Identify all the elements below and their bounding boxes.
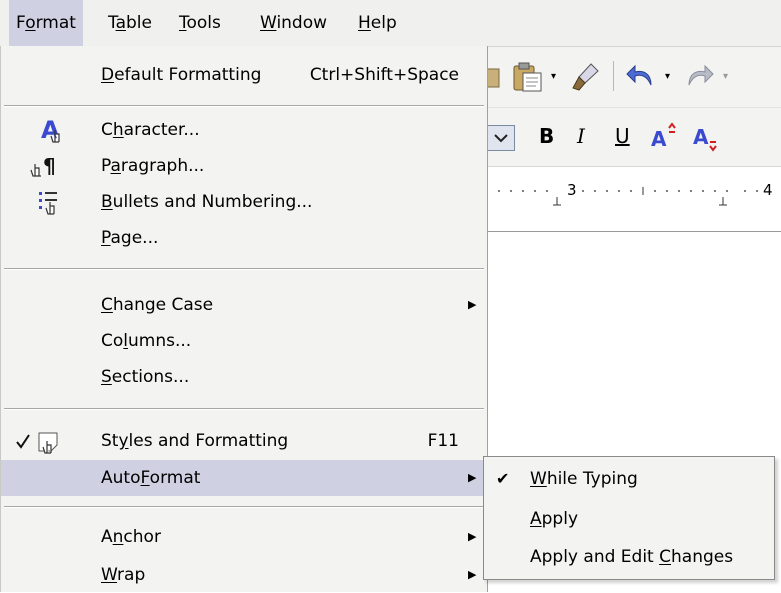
svg-text:A: A: [693, 125, 709, 149]
submenu-item-apply-edit-changes[interactable]: Apply and Edit Changes: [484, 539, 774, 575]
svg-text:¶: ¶: [43, 154, 56, 178]
undo-icon[interactable]: [625, 61, 657, 96]
default-formatting-shortcut: Ctrl+Shift+Space: [309, 65, 459, 85]
undo-dropdown-icon[interactable]: ▾: [665, 71, 670, 82]
menu-item-paragraph[interactable]: ¶ Paragraph...: [1, 148, 487, 184]
page-label: Page...: [101, 228, 159, 248]
redo-dropdown-icon[interactable]: ▾: [723, 71, 728, 82]
font-size-dropdown-button[interactable]: [487, 125, 515, 151]
menu-separator: [4, 408, 484, 410]
menu-format[interactable]: Format: [9, 0, 83, 46]
menu-item-bullets-numbering[interactable]: Bullets and Numbering...: [1, 184, 487, 220]
autoformat-submenu: ✔ While Typing Apply Apply and Edit Chan…: [483, 456, 775, 580]
svg-text:A: A: [651, 127, 667, 151]
menu-tools-mnemonic: T: [179, 13, 187, 33]
menu-window-text-end: indow: [276, 13, 328, 33]
menu-item-columns[interactable]: Columns...: [1, 323, 487, 359]
paragraph-label: Paragraph...: [101, 156, 205, 176]
submenu-item-apply[interactable]: Apply: [484, 501, 774, 537]
bold-button[interactable]: B: [539, 124, 554, 148]
submenu-arrow-icon: ▶: [468, 471, 477, 484]
sections-label: Sections...: [101, 367, 190, 387]
menu-help-text-end: elp: [370, 13, 397, 33]
ruler-ticks: [498, 187, 758, 206]
subscript-icon[interactable]: A: [691, 122, 721, 157]
standard-toolbar: ▾ ▾ ▾: [486, 47, 781, 108]
menu-table-text-end: ble: [126, 13, 152, 33]
bullets-numbering-label: Bullets and Numbering...: [101, 192, 313, 212]
menu-tools[interactable]: Tools: [172, 0, 228, 46]
ruler-label-3: 3: [567, 181, 577, 199]
italic-button[interactable]: I: [577, 124, 585, 148]
menu-window[interactable]: Window: [253, 0, 334, 46]
styles-formatting-label: Styles and Formatting: [101, 431, 289, 451]
submenu-arrow-icon: ▶: [468, 568, 477, 581]
ruler-label-4: 4: [763, 181, 773, 199]
menu-item-default-formatting[interactable]: Default Formatting Ctrl+Shift+Space: [1, 57, 487, 93]
wrap-label: Wrap: [101, 565, 146, 585]
menu-item-wrap[interactable]: Wrap ▶: [1, 557, 487, 593]
horizontal-ruler[interactable]: 3 4: [487, 167, 781, 232]
character-label: Character...: [101, 120, 200, 140]
checkmark-icon: ✔: [496, 469, 510, 488]
apply-label: Apply: [530, 509, 579, 529]
menu-item-styles-formatting[interactable]: Styles and Formatting F11: [1, 423, 487, 459]
submenu-arrow-icon: ▶: [468, 298, 477, 311]
formatting-toolbar: B I U A A: [487, 108, 781, 167]
underline-button[interactable]: U: [615, 124, 630, 148]
menu-format-mnemonic: o: [25, 13, 36, 33]
menu-tools-text-end: ools: [186, 13, 221, 33]
paste-dropdown-icon[interactable]: ▾: [551, 71, 556, 82]
menu-bar: Format Table Tools Window Help: [0, 0, 781, 47]
format-menu: Default Formatting Ctrl+Shift+Space A Ch…: [0, 46, 488, 592]
menu-separator: [4, 105, 484, 107]
submenu-arrow-icon: ▶: [468, 530, 477, 543]
menu-format-text-end: rmat: [35, 13, 76, 33]
menu-table-text: T: [108, 13, 116, 33]
clipboard-icon-partial[interactable]: [486, 65, 501, 96]
character-icon: A: [19, 116, 61, 144]
menu-help[interactable]: Help: [351, 0, 404, 46]
menu-separator: [4, 506, 484, 508]
change-case-label: Change Case: [101, 295, 214, 315]
styles-formatting-checked-icon: [11, 427, 71, 455]
menu-item-page[interactable]: Page...: [1, 220, 487, 256]
menu-table[interactable]: Table: [101, 0, 159, 46]
columns-label: Columns...: [101, 331, 192, 351]
superscript-icon[interactable]: A: [649, 122, 679, 157]
submenu-item-while-typing[interactable]: ✔ While Typing: [484, 461, 774, 497]
toolbar-separator: [613, 61, 614, 91]
menu-item-autoformat[interactable]: AutoFormat ▶: [1, 460, 487, 496]
menu-item-change-case[interactable]: Change Case ▶: [1, 287, 487, 323]
paste-icon[interactable]: [511, 61, 545, 98]
bullets-numbering-icon: [19, 188, 61, 216]
menu-item-sections[interactable]: Sections...: [1, 359, 487, 395]
menu-item-character[interactable]: A Character...: [1, 112, 487, 148]
while-typing-label: While Typing: [530, 469, 638, 489]
styles-formatting-shortcut: F11: [427, 431, 459, 451]
menu-separator: [4, 268, 484, 270]
default-formatting-label: Default Formatting: [101, 65, 262, 85]
autoformat-label: AutoFormat: [101, 468, 201, 488]
menu-item-anchor[interactable]: Anchor ▶: [1, 519, 487, 555]
anchor-label: Anchor: [101, 527, 161, 547]
menu-table-mnemonic: a: [115, 13, 126, 33]
clone-formatting-icon[interactable]: [571, 61, 601, 98]
menu-window-mnemonic: W: [260, 13, 277, 33]
menu-format-text: F: [16, 13, 26, 33]
svg-text:A: A: [41, 116, 60, 144]
apply-edit-changes-label: Apply and Edit Changes: [530, 547, 734, 567]
paragraph-icon: ¶: [19, 152, 61, 180]
menu-help-mnemonic: H: [358, 13, 371, 33]
redo-icon[interactable]: [683, 61, 715, 96]
